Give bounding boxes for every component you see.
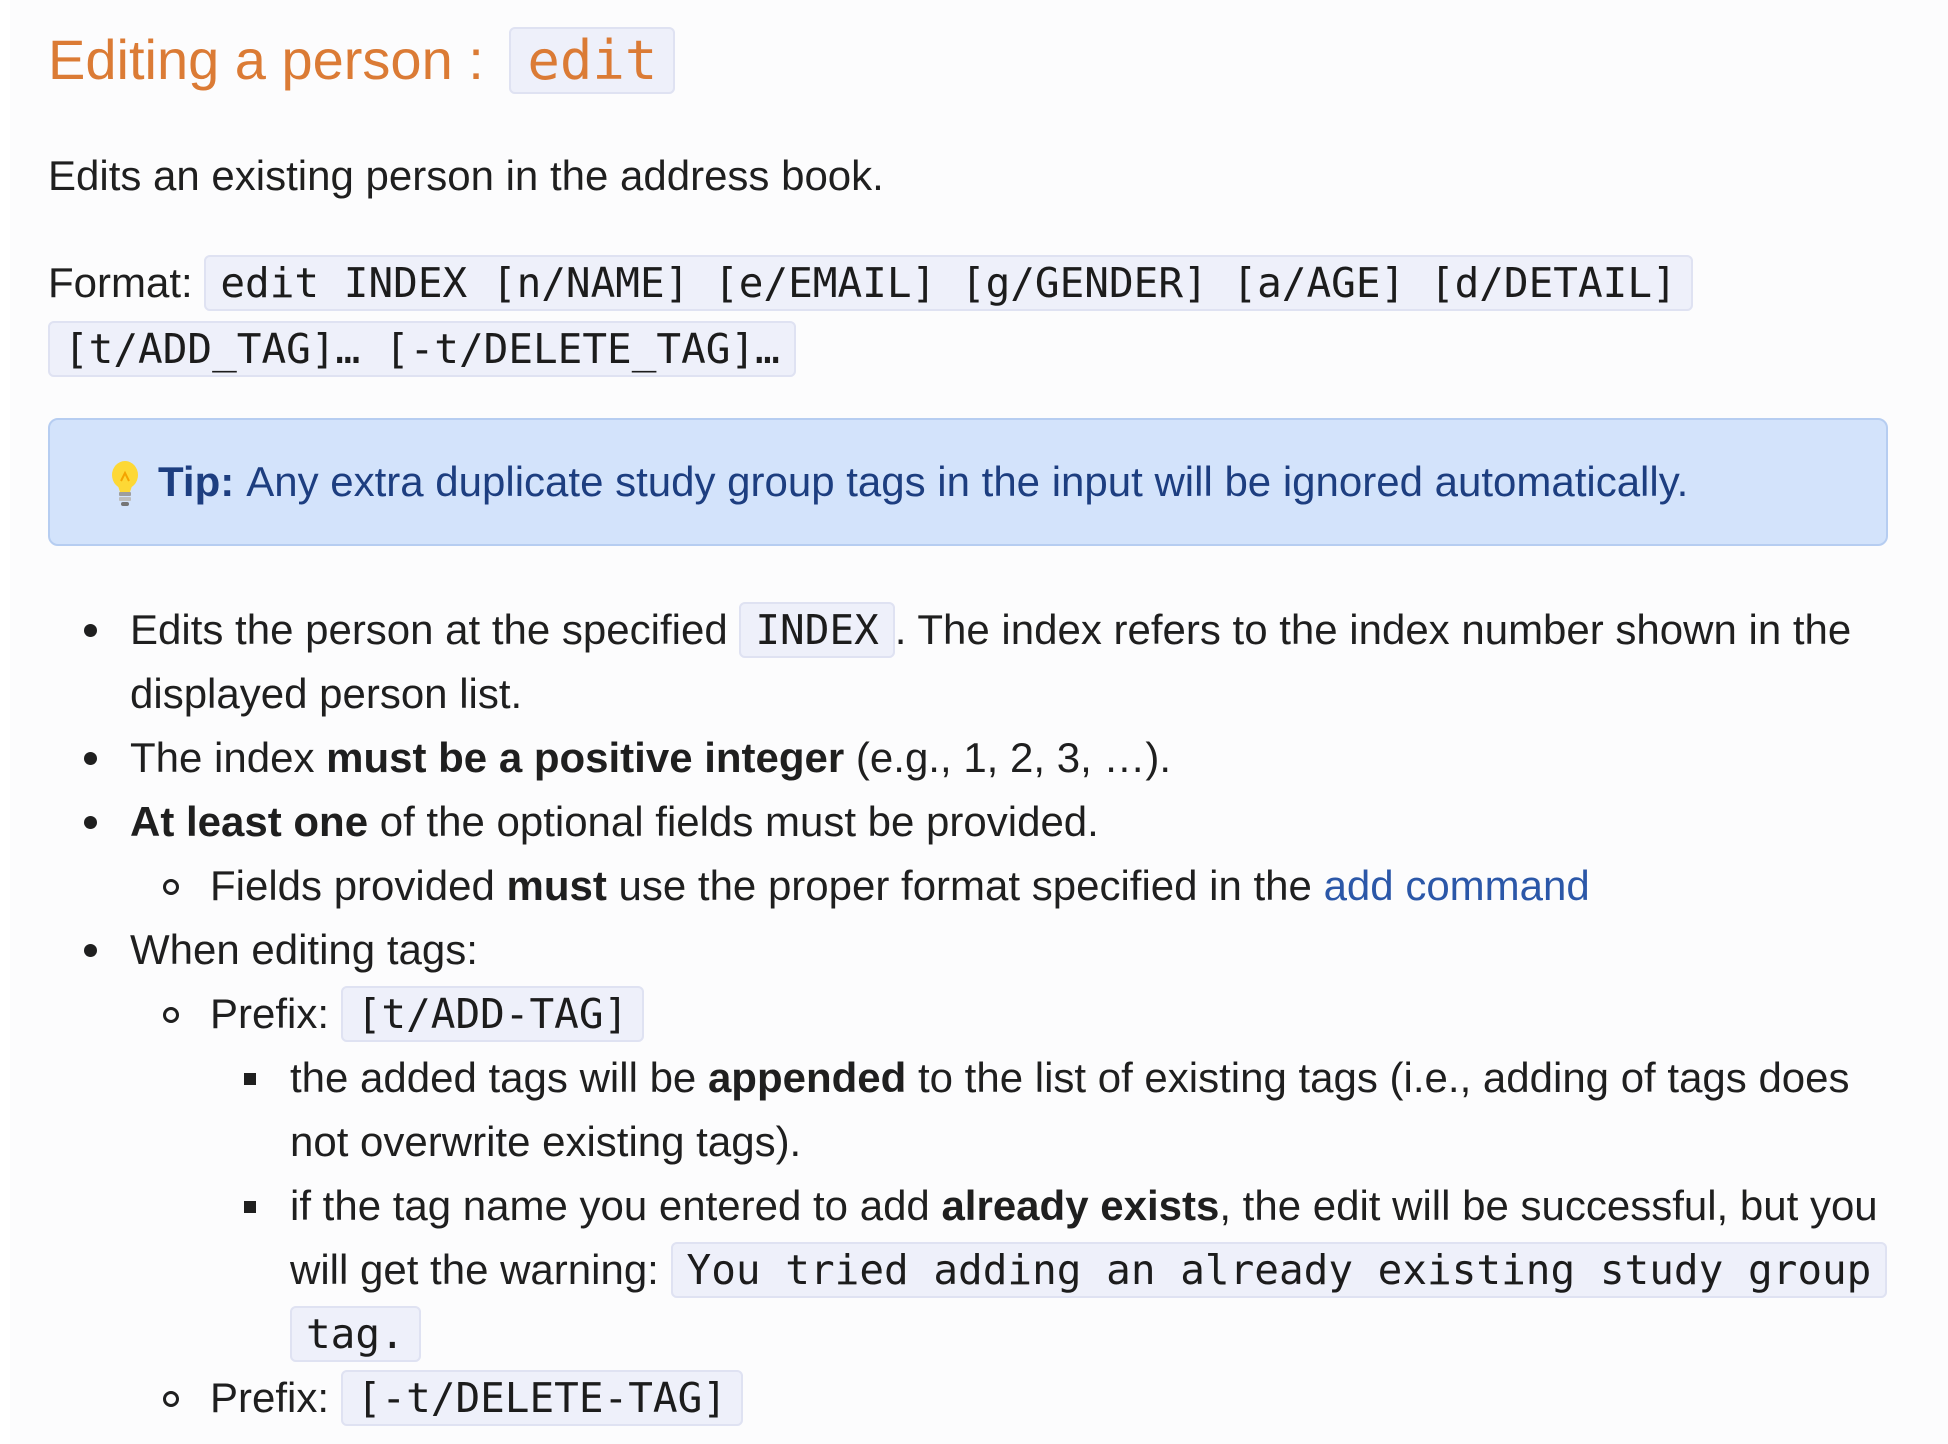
lightbulb-icon — [110, 459, 140, 509]
list-text: the added tags will be — [290, 1054, 708, 1101]
bullet-circle — [163, 1007, 179, 1023]
list-subsubitem-exists: if the tag name you entered to add alrea… — [48, 1174, 1898, 1366]
add-command-link[interactable]: add command — [1324, 862, 1590, 909]
section-heading: Editing a person : edit — [48, 22, 676, 99]
list-text: Prefix: — [210, 1374, 341, 1421]
heading-text: Editing a person : — [48, 28, 500, 91]
bullet-disc — [84, 752, 97, 765]
list-text: if the tag name you entered to add — [290, 1182, 942, 1229]
tip-text: Any extra duplicate study group tags in … — [246, 458, 1689, 505]
bullet-disc — [84, 816, 97, 829]
list-text: use the proper format specified in the — [606, 862, 1324, 909]
format-code-line1: edit INDEX [n/NAME] [e/EMAIL] [g/GENDER]… — [204, 255, 1693, 311]
list-item-positive: The index must be a positive integer (e.… — [48, 726, 1898, 790]
bold-text: must — [506, 862, 607, 909]
delete-tag-code: [-t/DELETE-TAG] — [340, 1370, 743, 1426]
list-text: The index — [130, 734, 327, 781]
list-text: (e.g., 1, 2, 3, …). — [844, 734, 1172, 781]
bold-text: already exists — [941, 1182, 1220, 1229]
list-text: Edits the person at the specified — [130, 606, 740, 653]
bold-text: At least one — [130, 798, 369, 845]
tip-label: Tip: — [158, 458, 235, 505]
format-label: Format: — [48, 259, 205, 306]
list-text: Fields provided — [210, 862, 507, 909]
list-subitem-format: Fields provided must use the proper form… — [48, 854, 1898, 918]
bold-text: must be a positive integer — [326, 734, 845, 781]
list-text: of the optional fields must be provided. — [368, 798, 1099, 845]
document-page: Editing a person : edit Edits an existin… — [10, 0, 1948, 1444]
bullet-circle — [163, 879, 179, 895]
add-tag-code: [t/ADD-TAG] — [340, 986, 645, 1042]
list-item-index: Edits the person at the specified INDEX.… — [48, 598, 1898, 726]
format-paragraph: Format: edit INDEX [n/NAME] [e/EMAIL] [g… — [48, 250, 1768, 382]
list-subsubitem-appended: the added tags will be appended to the l… — [48, 1046, 1898, 1174]
bullet-disc — [84, 944, 97, 957]
list-subitem-add-prefix: Prefix: [t/ADD-TAG] — [48, 982, 1898, 1046]
bullet-square — [244, 1073, 256, 1085]
format-code-line2: [t/ADD_TAG]… [-t/DELETE_TAG]… — [48, 321, 796, 377]
tip-box: Tip: Any extra duplicate study group tag… — [48, 418, 1888, 546]
bullet-circle — [163, 1391, 179, 1407]
bullet-disc — [84, 624, 97, 637]
list-text: When editing tags: — [130, 926, 478, 973]
bold-text: appended — [707, 1054, 907, 1101]
list-subitem-delete-prefix: Prefix: [-t/DELETE-TAG] — [48, 1366, 1898, 1430]
list-item-tags: When editing tags: — [48, 918, 1898, 982]
rules-list: Edits the person at the specified INDEX.… — [48, 598, 1898, 1430]
index-code: INDEX — [739, 602, 895, 658]
list-item-atleast: At least one of the optional fields must… — [48, 790, 1898, 854]
heading-code: edit — [509, 27, 676, 94]
intro-paragraph: Edits an existing person in the address … — [48, 152, 884, 199]
bullet-square — [244, 1201, 256, 1213]
list-text: Prefix: — [210, 990, 341, 1037]
